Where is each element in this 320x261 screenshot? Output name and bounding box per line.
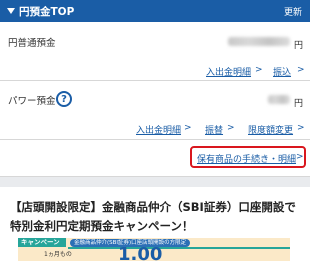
help-icon[interactable]: ? xyxy=(56,91,72,107)
chevron-right-icon: > xyxy=(297,65,305,75)
banner-divider xyxy=(68,247,290,249)
chevron-right-icon: > xyxy=(255,65,263,75)
campaign-banner[interactable]: キャンペーン 金融商品仲介(SBI証券)口座店頭開設の方限定 1ヵ月もの 1.0… xyxy=(18,238,290,261)
futsu-transactions-link[interactable]: 入出金明細 xyxy=(206,65,251,78)
futsu-yen: 円 xyxy=(294,41,304,51)
chevron-right-icon: > xyxy=(227,123,235,133)
power-yen: 円 xyxy=(294,99,304,109)
campaign-tag: キャンペーン xyxy=(18,238,66,247)
update-button[interactable]: 更新 xyxy=(284,5,302,18)
furikae-link[interactable]: 振替 xyxy=(205,123,223,136)
transfer-link[interactable]: 振込 xyxy=(273,65,291,78)
chevron-down-icon[interactable] xyxy=(6,6,16,16)
power-label: パワー預金 xyxy=(8,96,56,107)
section-header[interactable]: 円預金TOP 更新 xyxy=(0,0,310,22)
divider xyxy=(0,80,310,81)
highlight-annotation xyxy=(190,146,306,168)
divider xyxy=(0,139,310,140)
section-separator xyxy=(0,177,310,187)
power-amount xyxy=(268,95,290,104)
campaign-title[interactable]: 【店頭開設限定】金融商品仲介（SBI証券）口座開設で特別金利円定期預金キャンペー… xyxy=(10,198,305,236)
banner-rate: 1.00 xyxy=(118,244,163,261)
banner-term: 1ヵ月もの xyxy=(44,251,72,258)
power-transactions-link[interactable]: 入出金明細 xyxy=(136,123,181,136)
chevron-right-icon: > xyxy=(297,123,305,133)
chevron-right-icon: > xyxy=(184,123,192,133)
section-title: 円預金TOP xyxy=(19,5,75,18)
limit-change-link[interactable]: 限度額変更 xyxy=(248,123,293,136)
futsu-amount xyxy=(228,37,290,46)
futsu-label: 円普通預金 xyxy=(8,38,56,49)
